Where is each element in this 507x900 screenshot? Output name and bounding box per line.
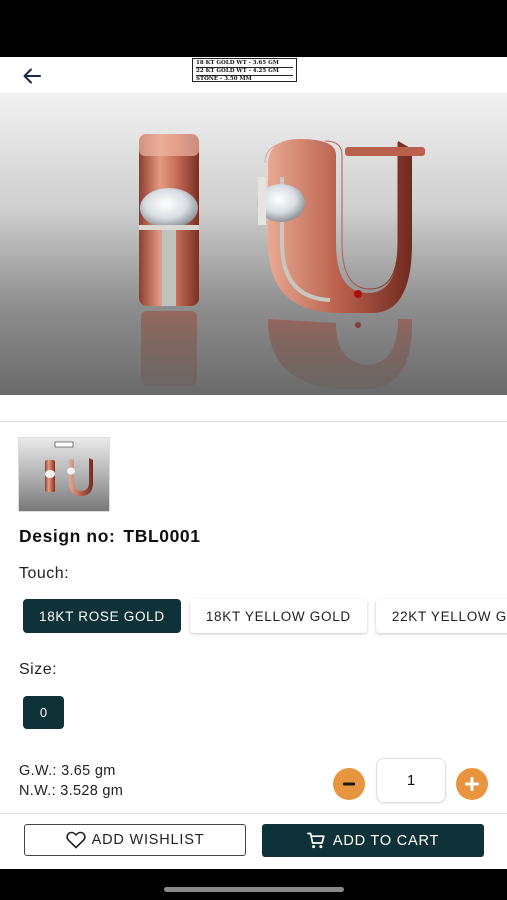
quantity-input[interactable]: 1 xyxy=(376,758,446,803)
design-value: TBL0001 xyxy=(123,526,201,546)
product-image xyxy=(0,93,507,395)
system-nav-bar xyxy=(0,869,507,900)
spec-line-22kt: 22 KT GOLD WT - 4.25 GM xyxy=(196,68,293,76)
status-bar xyxy=(0,0,507,57)
design-number: Design no: TBL0001 xyxy=(19,526,201,547)
product-thumbnail[interactable] xyxy=(18,437,110,512)
gross-weight: G.W.: 3.65 gm xyxy=(19,763,116,779)
size-label: Size: xyxy=(19,661,58,678)
add-wishlist-label: ADD WISHLIST xyxy=(91,832,205,848)
add-to-cart-label: ADD TO CART xyxy=(332,832,440,849)
bottom-action-bar: ADD WISHLIST ADD TO CART xyxy=(0,813,507,869)
arrow-left-icon xyxy=(23,68,41,84)
home-indicator[interactable] xyxy=(164,887,344,892)
minus-icon xyxy=(343,782,355,786)
touch-option-18kt-yellow-gold[interactable]: 18KT YELLOW GOLD xyxy=(189,599,367,633)
heart-icon xyxy=(65,831,86,849)
touch-label: Touch: xyxy=(19,565,70,582)
spec-line-18kt: 18 KT GOLD WT - 3.65 GM xyxy=(196,60,293,68)
cart-icon xyxy=(306,832,325,849)
touch-options: 18KT ROSE GOLD 18KT YELLOW GOLD 22KT YEL… xyxy=(23,599,507,633)
thumbnail-art xyxy=(45,441,93,496)
design-label: Design no: xyxy=(19,526,116,546)
back-button[interactable] xyxy=(18,62,46,90)
plus-icon xyxy=(465,777,479,791)
quantity-decrease-button[interactable] xyxy=(333,768,365,800)
add-to-cart-button[interactable]: ADD TO CART xyxy=(262,824,484,857)
spec-line-stone: STONE - 3.50 MM xyxy=(196,76,252,82)
size-option[interactable]: 0 xyxy=(23,696,64,729)
weights-block: G.W.: 3.65 gm N.W.: 3.528 gm xyxy=(19,761,123,801)
add-wishlist-button[interactable]: ADD WISHLIST xyxy=(24,824,246,856)
divider xyxy=(0,421,507,422)
touch-option-18kt-rose-gold[interactable]: 18KT ROSE GOLD xyxy=(23,599,181,633)
touch-option-22kt-yellow-gold[interactable]: 22KT YELLOW GOLD xyxy=(375,599,507,633)
net-weight: N.W.: 3.528 gm xyxy=(19,783,124,799)
product-detail-screen: 18 KT GOLD WT - 3.65 GM 22 KT GOLD WT - … xyxy=(0,57,507,869)
earring-image-art xyxy=(139,134,425,389)
quantity-increase-button[interactable] xyxy=(456,768,488,800)
weight-spec-label: 18 KT GOLD WT - 3.65 GM 22 KT GOLD WT - … xyxy=(192,58,297,82)
